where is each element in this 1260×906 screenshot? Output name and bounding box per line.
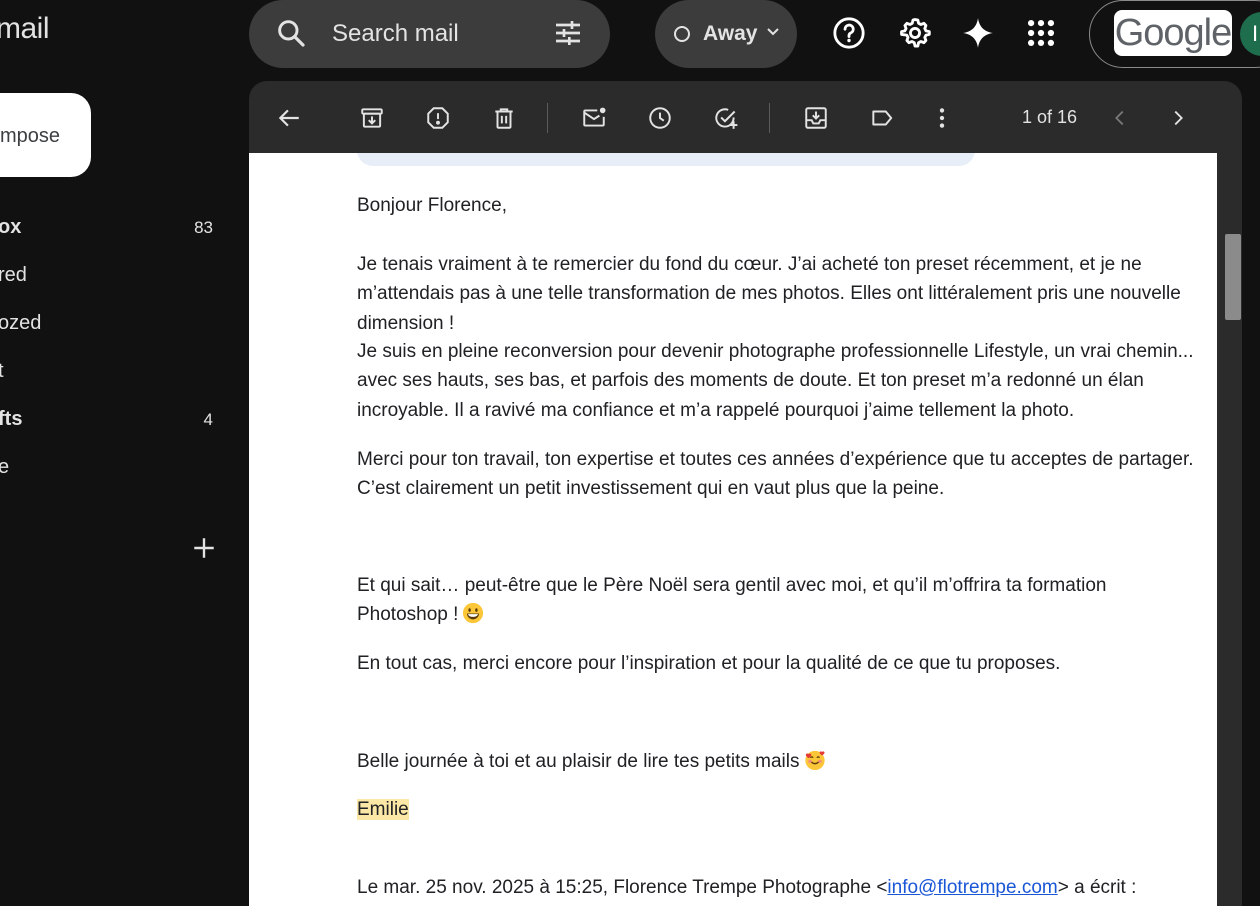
google-logo: Google xyxy=(1114,10,1232,56)
quote-prefix: Le mar. 25 nov. 2025 à 15:25, Florence T… xyxy=(357,877,888,898)
sidebar-item-sent[interactable]: t xyxy=(0,350,220,390)
app-name[interactable]: mail xyxy=(0,12,50,46)
sidebar-item-count: 83 xyxy=(194,218,213,237)
status-selector[interactable]: Away xyxy=(655,0,797,68)
sidebar-item-count: 4 xyxy=(203,410,213,429)
message-panel: 1 of 16 Bonjour Florence, Je tenais vrai… xyxy=(249,81,1242,906)
sender-email-link[interactable]: info@flotrempe.com xyxy=(887,877,1057,898)
search-input[interactable]: Search mail xyxy=(332,20,459,48)
move-to-icon[interactable] xyxy=(803,105,829,131)
email-greeting: Bonjour Florence, xyxy=(357,195,507,216)
toolbar-divider xyxy=(769,103,770,133)
message-toolbar: 1 of 16 xyxy=(249,81,1242,153)
pagination-count: 1 of 16 xyxy=(1022,107,1078,127)
chevron-left-icon[interactable] xyxy=(1109,105,1131,131)
signature-name: Emilie xyxy=(357,799,409,820)
toolbar-divider xyxy=(547,103,548,133)
smiling-face-hearts-icon xyxy=(804,750,825,771)
chevron-down-icon xyxy=(767,28,779,36)
email-paragraph: En tout cas, merci encore pour l’inspira… xyxy=(357,653,1061,674)
settings-icon[interactable] xyxy=(898,16,932,50)
message-body: Bonjour Florence, Je tenais vraiment à t… xyxy=(249,153,1217,906)
search-bar[interactable]: Search mail xyxy=(249,0,610,68)
tune-icon[interactable] xyxy=(552,17,584,49)
add-label-icon[interactable] xyxy=(191,535,217,561)
delete-icon[interactable] xyxy=(491,105,517,131)
more-vert-icon[interactable] xyxy=(929,105,955,131)
sidebar-item-drafts[interactable]: fts 4 xyxy=(0,398,220,438)
email-paragraph: Et qui sait… peut-être que le Père Noël … xyxy=(357,571,1197,630)
label-icon[interactable] xyxy=(869,105,895,131)
sidebar-item-inbox[interactable]: ox 83 xyxy=(0,206,220,246)
archive-icon[interactable] xyxy=(359,105,385,131)
help-icon[interactable] xyxy=(832,16,866,50)
sidebar-item-starred[interactable]: red xyxy=(0,254,220,294)
email-paragraph-text: Belle journée à toi et au plaisir de lir… xyxy=(357,751,800,772)
status-dot-icon xyxy=(674,26,690,42)
quoted-header: Le mar. 25 nov. 2025 à 15:25, Florence T… xyxy=(357,873,1197,902)
compose-button[interactable]: mpose xyxy=(0,93,91,177)
status-label: Away xyxy=(703,22,758,45)
chevron-right-icon[interactable] xyxy=(1167,105,1189,131)
mark-unread-icon[interactable] xyxy=(581,105,607,131)
sidebar-item-label: t xyxy=(0,360,4,382)
add-task-icon[interactable] xyxy=(713,105,739,131)
sidebar-item-label: red xyxy=(0,264,27,286)
sidebar-item-more[interactable]: e xyxy=(0,446,220,486)
sidebar-item-snoozed[interactable]: ozed xyxy=(0,302,220,342)
email-paragraph: Je tenais vraiment à te remercier du fon… xyxy=(357,254,1181,334)
email-paragraph: Je suis en pleine reconversion pour deve… xyxy=(357,341,1194,421)
sidebar-item-label: e xyxy=(0,456,10,478)
previous-message-card[interactable] xyxy=(357,153,975,166)
sidebar-item-label: fts xyxy=(0,408,23,430)
search-icon[interactable] xyxy=(275,17,307,49)
report-spam-icon[interactable] xyxy=(425,105,451,131)
quote-suffix: > a écrit : xyxy=(1057,877,1137,898)
grinning-face-icon xyxy=(463,603,484,624)
sidebar-item-label: ox xyxy=(0,216,22,238)
compose-label: mpose xyxy=(0,125,61,147)
snooze-icon[interactable] xyxy=(647,105,673,131)
email-paragraph: Belle journée à toi et au plaisir de lir… xyxy=(357,747,1197,776)
email-signature: Emilie xyxy=(357,795,1197,824)
sidebar-item-label: ozed xyxy=(0,312,42,334)
scrollbar-thumb[interactable] xyxy=(1225,234,1241,320)
gemini-sparkle-icon[interactable] xyxy=(961,16,995,50)
back-arrow-icon[interactable] xyxy=(276,105,302,131)
email-paragraph: Merci pour ton travail, ton expertise et… xyxy=(357,449,1194,500)
apps-grid-icon[interactable] xyxy=(1024,16,1058,50)
